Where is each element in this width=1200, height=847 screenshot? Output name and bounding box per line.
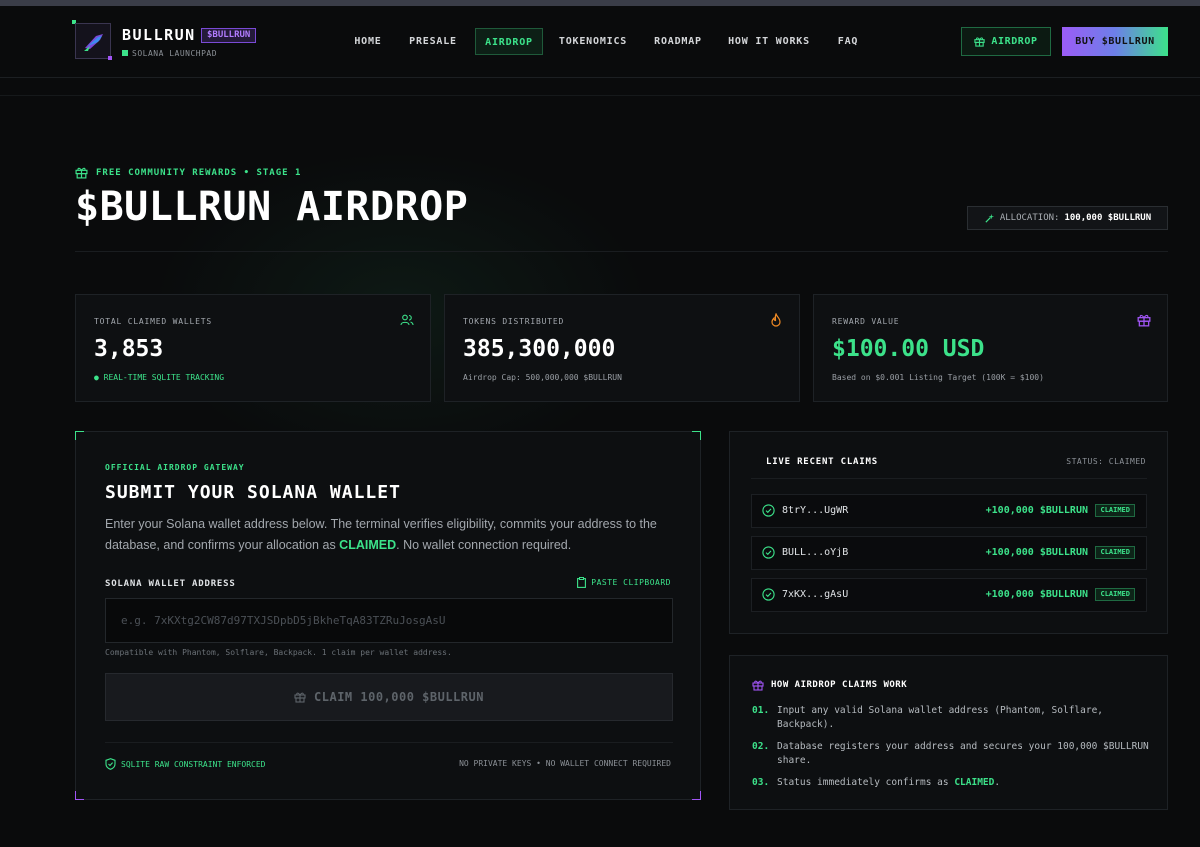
how-title: HOW AIRDROP CLAIMS WORK	[752, 679, 907, 691]
step-number: 03.	[752, 777, 770, 788]
nav-airdrop[interactable]: AIRDROP	[475, 28, 543, 55]
stat-label: TOKENS DISTRIBUTED	[463, 317, 565, 326]
step-text: Database registers your address and secu…	[777, 741, 1149, 766]
flame-icon	[771, 313, 781, 327]
allocation-value: 100,000 $BULLRUN	[1064, 213, 1152, 223]
shield-check-icon	[105, 758, 116, 770]
corner-bracket	[692, 431, 701, 440]
gift-icon	[752, 680, 764, 691]
step-item: 03. Status immediately confirms as CLAIM…	[752, 776, 1152, 790]
step-text: Status immediately confirms as CLAIMED.	[777, 777, 1001, 788]
nav-home[interactable]: HOME	[349, 28, 387, 55]
step-item: 02. Database registers your address and …	[752, 740, 1152, 768]
step-text: Input any valid Solana wallet address (P…	[777, 705, 1104, 730]
how-claims-work-panel: HOW AIRDROP CLAIMS WORK 01. Input any va…	[729, 655, 1168, 810]
claim-row: 8trY...UgWR +100,000 $BULLRUN CLAIMED	[751, 494, 1147, 528]
site-header: BULLRUN $BULLRUN SOLANA LAUNCHPAD HOME P…	[0, 6, 1200, 78]
airdrop-button-label: AIRDROP	[991, 36, 1038, 47]
logo-icon[interactable]	[75, 23, 111, 59]
constraint-note: SQLITE RAW CONSTRAINT ENFORCED	[105, 758, 266, 770]
claim-address: 8trY...UgWR	[782, 505, 849, 516]
check-circle-icon	[762, 546, 775, 559]
section-divider	[0, 95, 1200, 96]
claim-amount: +100,000 $BULLRUN	[985, 589, 1088, 600]
nav-faq[interactable]: FAQ	[832, 28, 864, 55]
wallet-hint: Compatible with Phantom, Solflare, Backp…	[105, 648, 452, 657]
logo-corner-accent	[108, 56, 112, 60]
hero-divider	[75, 251, 1168, 252]
claim-row: 7xKX...gAsU +100,000 $BULLRUN CLAIMED	[751, 578, 1147, 612]
step-number: 01.	[752, 705, 770, 716]
clipboard-icon	[577, 577, 587, 588]
allocation-badge: ALLOCATION: 100,000 $BULLRUN	[967, 206, 1168, 230]
claimed-badge: CLAIMED	[1095, 504, 1135, 517]
stat-subtext: ● REAL-TIME SQLITE TRACKING	[94, 373, 225, 382]
sparkle-icon	[985, 213, 994, 223]
stat-card-claimed-wallets: TOTAL CLAIMED WALLETS 3,853 ● REAL-TIME …	[75, 294, 431, 402]
step-item: 01. Input any valid Solana wallet addres…	[752, 704, 1152, 732]
corner-bracket	[692, 791, 701, 800]
stat-value: 3,853	[94, 336, 164, 362]
users-icon	[400, 314, 414, 326]
claim-button-label: CLAIM 100,000 $BULLRUN	[314, 690, 484, 704]
wallet-field-label: SOLANA WALLET ADDRESS	[105, 579, 236, 589]
claim-amount: +100,000 $BULLRUN	[985, 505, 1088, 516]
claimed-highlight: CLAIMED	[954, 777, 995, 788]
constraint-note-text: SQLITE RAW CONSTRAINT ENFORCED	[121, 759, 266, 769]
stat-subtext: Airdrop Cap: 500,000,000 $BULLRUN	[463, 373, 622, 382]
claimed-highlight: CLAIMED	[339, 538, 397, 552]
gift-icon	[974, 37, 985, 47]
stat-subtext: Based on $0.001 Listing Target (100K = $…	[832, 373, 1044, 382]
nav-tokenomics[interactable]: TOKENOMICS	[557, 28, 629, 55]
paste-clipboard-button[interactable]: PASTE CLIPBOARD	[577, 577, 671, 588]
stat-label: TOTAL CLAIMED WALLETS	[94, 317, 212, 326]
nav-presale[interactable]: PRESALE	[404, 28, 462, 55]
claim-address: BULL...oYjB	[782, 547, 849, 558]
wallet-address-input[interactable]	[105, 598, 673, 643]
allocation-label: ALLOCATION:	[999, 213, 1060, 223]
brand-name[interactable]: BULLRUN	[122, 26, 196, 44]
panel-title: SUBMIT YOUR SOLANA WALLET	[105, 482, 401, 503]
gift-icon	[75, 167, 88, 179]
stat-card-tokens-distributed: TOKENS DISTRIBUTED 385,300,000 Airdrop C…	[444, 294, 800, 402]
ticker-badge: $BULLRUN	[201, 28, 257, 43]
panel-description: Enter your Solana wallet address below. …	[105, 517, 657, 552]
claim-amount: +100,000 $BULLRUN	[985, 547, 1088, 558]
buy-button[interactable]: BUY $BULLRUN	[1062, 27, 1168, 56]
live-claims-status: STATUS: CLAIMED	[1066, 457, 1146, 466]
stat-value: $100.00 USD	[832, 336, 985, 362]
status-dot	[122, 50, 128, 56]
corner-bracket	[75, 791, 84, 800]
claimed-badge: CLAIMED	[1095, 546, 1135, 559]
nav-how-it-works[interactable]: HOW IT WORKS	[725, 28, 813, 55]
brand-subtitle: SOLANA LAUNCHPAD	[122, 49, 217, 58]
nav-roadmap[interactable]: ROADMAP	[650, 28, 706, 55]
live-claims-panel: LIVE RECENT CLAIMS STATUS: CLAIMED 8trY.…	[729, 431, 1168, 634]
hero-eyebrow: FREE COMMUNITY REWARDS • STAGE 1	[75, 166, 301, 179]
claim-button[interactable]: CLAIM 100,000 $BULLRUN	[105, 673, 673, 721]
panel-divider	[751, 478, 1147, 479]
gift-icon	[294, 692, 306, 703]
hero-eyebrow-text: FREE COMMUNITY REWARDS • STAGE 1	[96, 167, 302, 178]
corner-bracket	[75, 431, 84, 440]
step-number: 02.	[752, 741, 770, 752]
wallet-submit-panel: OFFICIAL AIRDROP GATEWAY SUBMIT YOUR SOL…	[75, 431, 701, 800]
check-circle-icon	[762, 588, 775, 601]
page-title: $BULLRUN AIRDROP	[75, 184, 469, 230]
how-title-text: HOW AIRDROP CLAIMS WORK	[771, 680, 908, 690]
claim-row: BULL...oYjB +100,000 $BULLRUN CLAIMED	[751, 536, 1147, 570]
check-circle-icon	[762, 504, 775, 517]
panel-eyebrow: OFFICIAL AIRDROP GATEWAY	[105, 463, 245, 472]
live-claims-title: LIVE RECENT CLAIMS	[766, 457, 878, 467]
claim-address: 7xKX...gAsU	[782, 589, 849, 600]
stat-card-reward-value: REWARD VALUE $100.00 USD Based on $0.001…	[813, 294, 1168, 402]
panel-divider	[105, 742, 673, 743]
paste-clipboard-label: PASTE CLIPBOARD	[591, 578, 671, 587]
airdrop-button[interactable]: AIRDROP	[961, 27, 1051, 56]
stat-label: REWARD VALUE	[832, 317, 900, 326]
stat-value: 385,300,000	[463, 336, 616, 362]
claimed-badge: CLAIMED	[1095, 588, 1135, 601]
security-note: NO PRIVATE KEYS • NO WALLET CONNECT REQU…	[459, 759, 671, 768]
gift-icon	[1137, 314, 1151, 327]
